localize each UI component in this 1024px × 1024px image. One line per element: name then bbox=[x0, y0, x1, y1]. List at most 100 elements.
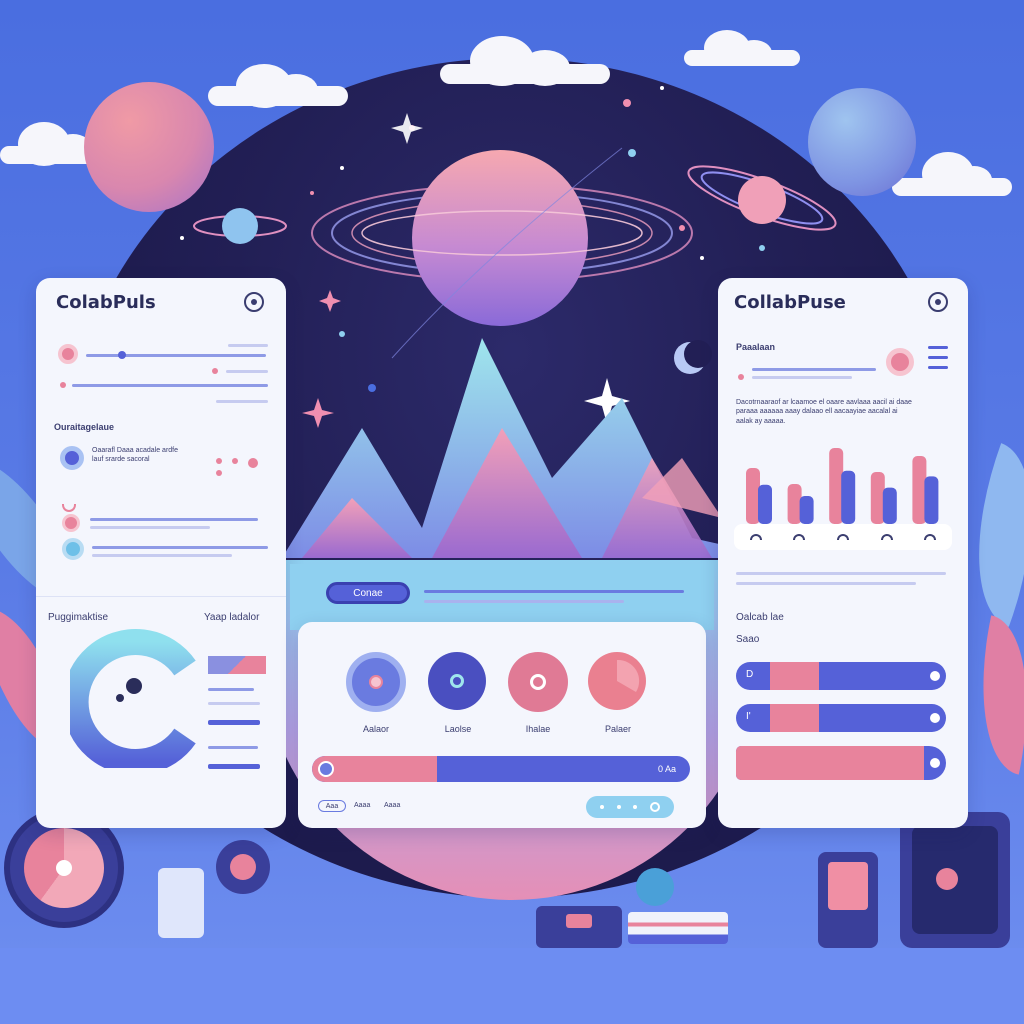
progress-bar[interactable]: 0 Aa bbox=[312, 756, 690, 782]
indicator-dot bbox=[216, 470, 222, 476]
slider-handle[interactable] bbox=[930, 671, 940, 681]
arc-icon bbox=[836, 534, 849, 540]
chart-bar bbox=[787, 484, 802, 524]
page-dot[interactable] bbox=[633, 805, 638, 809]
next-page-icon[interactable] bbox=[649, 802, 660, 812]
indicator-dot bbox=[216, 458, 222, 464]
divider-line bbox=[736, 582, 916, 585]
legend-line bbox=[208, 688, 254, 691]
indicator-dot bbox=[738, 374, 744, 380]
tab-1[interactable]: Aaa bbox=[318, 800, 346, 812]
slider-i[interactable]: I' bbox=[736, 704, 946, 732]
header-line bbox=[424, 600, 624, 603]
progress-handle[interactable] bbox=[318, 761, 334, 777]
description-text: Dacotrnaaraof ar lcaamoe el oaare aavlaa… bbox=[736, 399, 912, 425]
slider-handle[interactable] bbox=[930, 713, 940, 723]
books-illustration bbox=[628, 912, 728, 944]
arc-icon bbox=[793, 534, 806, 540]
toggle-knob[interactable] bbox=[58, 344, 78, 364]
slider-label: D bbox=[746, 669, 754, 680]
meta-line bbox=[226, 370, 268, 373]
settings-icon[interactable] bbox=[928, 292, 948, 312]
section-label: Ouraitagelaue bbox=[54, 422, 115, 432]
chart-bar bbox=[912, 456, 927, 524]
chart-bar bbox=[758, 484, 772, 524]
slider-handle[interactable] bbox=[930, 758, 940, 768]
meta-line bbox=[228, 344, 268, 347]
progress-value: 0 Aa bbox=[657, 764, 676, 774]
donut-gauge bbox=[70, 629, 196, 768]
item-description: Oaarafl Daaa acadale ardfe lauf srarde s… bbox=[92, 447, 178, 464]
record-icon bbox=[369, 675, 383, 689]
meta-line bbox=[216, 400, 268, 403]
pagination-control[interactable] bbox=[586, 796, 674, 818]
section-label: Paaalaan bbox=[736, 342, 776, 352]
planet-illustration bbox=[84, 82, 214, 212]
slider-track[interactable] bbox=[86, 354, 266, 357]
sub-section-title: Oalcab lae bbox=[736, 612, 784, 623]
page-dot[interactable] bbox=[600, 805, 605, 809]
circle-icon bbox=[530, 674, 546, 690]
slider-fill bbox=[770, 662, 819, 690]
jar-illustration bbox=[158, 868, 204, 938]
chart-bar bbox=[924, 476, 939, 524]
monitor-illustration bbox=[900, 812, 1010, 948]
indicator-dot bbox=[60, 382, 66, 388]
legend-swatch bbox=[208, 656, 266, 674]
menu-line bbox=[928, 366, 948, 369]
left-panel: ColabPuls Ouraitagelaue Oaarafl Daaa aca… bbox=[36, 278, 286, 828]
chart-bar bbox=[882, 487, 897, 524]
chart-bar bbox=[870, 472, 885, 524]
indicator-dot bbox=[232, 458, 238, 464]
slider-track[interactable] bbox=[72, 384, 268, 387]
slider-thumb[interactable] bbox=[118, 351, 126, 359]
avatar[interactable] bbox=[60, 446, 84, 470]
globe-illustration bbox=[636, 868, 674, 906]
tab-3[interactable]: Aaaa bbox=[384, 802, 400, 809]
user-avatar[interactable] bbox=[62, 514, 80, 532]
user-avatar[interactable] bbox=[62, 538, 84, 560]
action-ihalae-button[interactable] bbox=[508, 652, 568, 712]
right-panel: CollabPuse Paaalaan Dacotrnaaraof ar lca… bbox=[718, 278, 968, 828]
slider-full[interactable] bbox=[736, 746, 946, 780]
action-laolse-button[interactable] bbox=[428, 652, 486, 710]
action-label: Laolse bbox=[444, 724, 472, 734]
action-label: Palaer bbox=[604, 724, 631, 734]
slider-d[interactable]: D bbox=[736, 662, 946, 690]
chart-bar bbox=[746, 468, 760, 524]
divider-line bbox=[736, 572, 946, 575]
divider bbox=[36, 596, 286, 597]
sub-section-label: Saao bbox=[736, 634, 760, 645]
legend-line bbox=[208, 720, 260, 725]
list-line bbox=[90, 518, 258, 521]
tab-2[interactable]: Aaaa bbox=[354, 802, 370, 809]
action-aalaor-button[interactable] bbox=[346, 652, 406, 712]
chart-label: Yaap ladalor bbox=[204, 612, 260, 623]
pie-icon bbox=[617, 659, 640, 692]
list-line bbox=[90, 526, 210, 529]
panel-title: ColabPuls bbox=[56, 292, 156, 313]
bar-chart bbox=[746, 448, 939, 524]
cloud bbox=[208, 64, 348, 108]
primary-button[interactable]: Conae bbox=[326, 582, 410, 604]
chart-bar bbox=[829, 448, 844, 524]
action-label: Aalaor bbox=[362, 724, 389, 734]
radio-illustration bbox=[536, 906, 622, 948]
chart-bar bbox=[841, 470, 856, 524]
header-line bbox=[424, 590, 684, 593]
circle-icon bbox=[450, 674, 464, 688]
action-palaer-button[interactable] bbox=[588, 652, 646, 710]
notification-dot[interactable] bbox=[248, 458, 258, 468]
arc-icon bbox=[880, 534, 893, 540]
info-line bbox=[752, 368, 876, 371]
settings-icon[interactable] bbox=[244, 292, 264, 312]
chart-axis-strip bbox=[734, 524, 952, 550]
arc-icon bbox=[749, 534, 762, 540]
list-line bbox=[92, 546, 268, 549]
legend-line bbox=[208, 702, 260, 705]
list-line bbox=[92, 554, 232, 557]
avatar[interactable] bbox=[886, 348, 914, 376]
page-dot[interactable] bbox=[616, 805, 621, 809]
cup-icon bbox=[62, 504, 76, 512]
ground-strip bbox=[0, 948, 1024, 1024]
